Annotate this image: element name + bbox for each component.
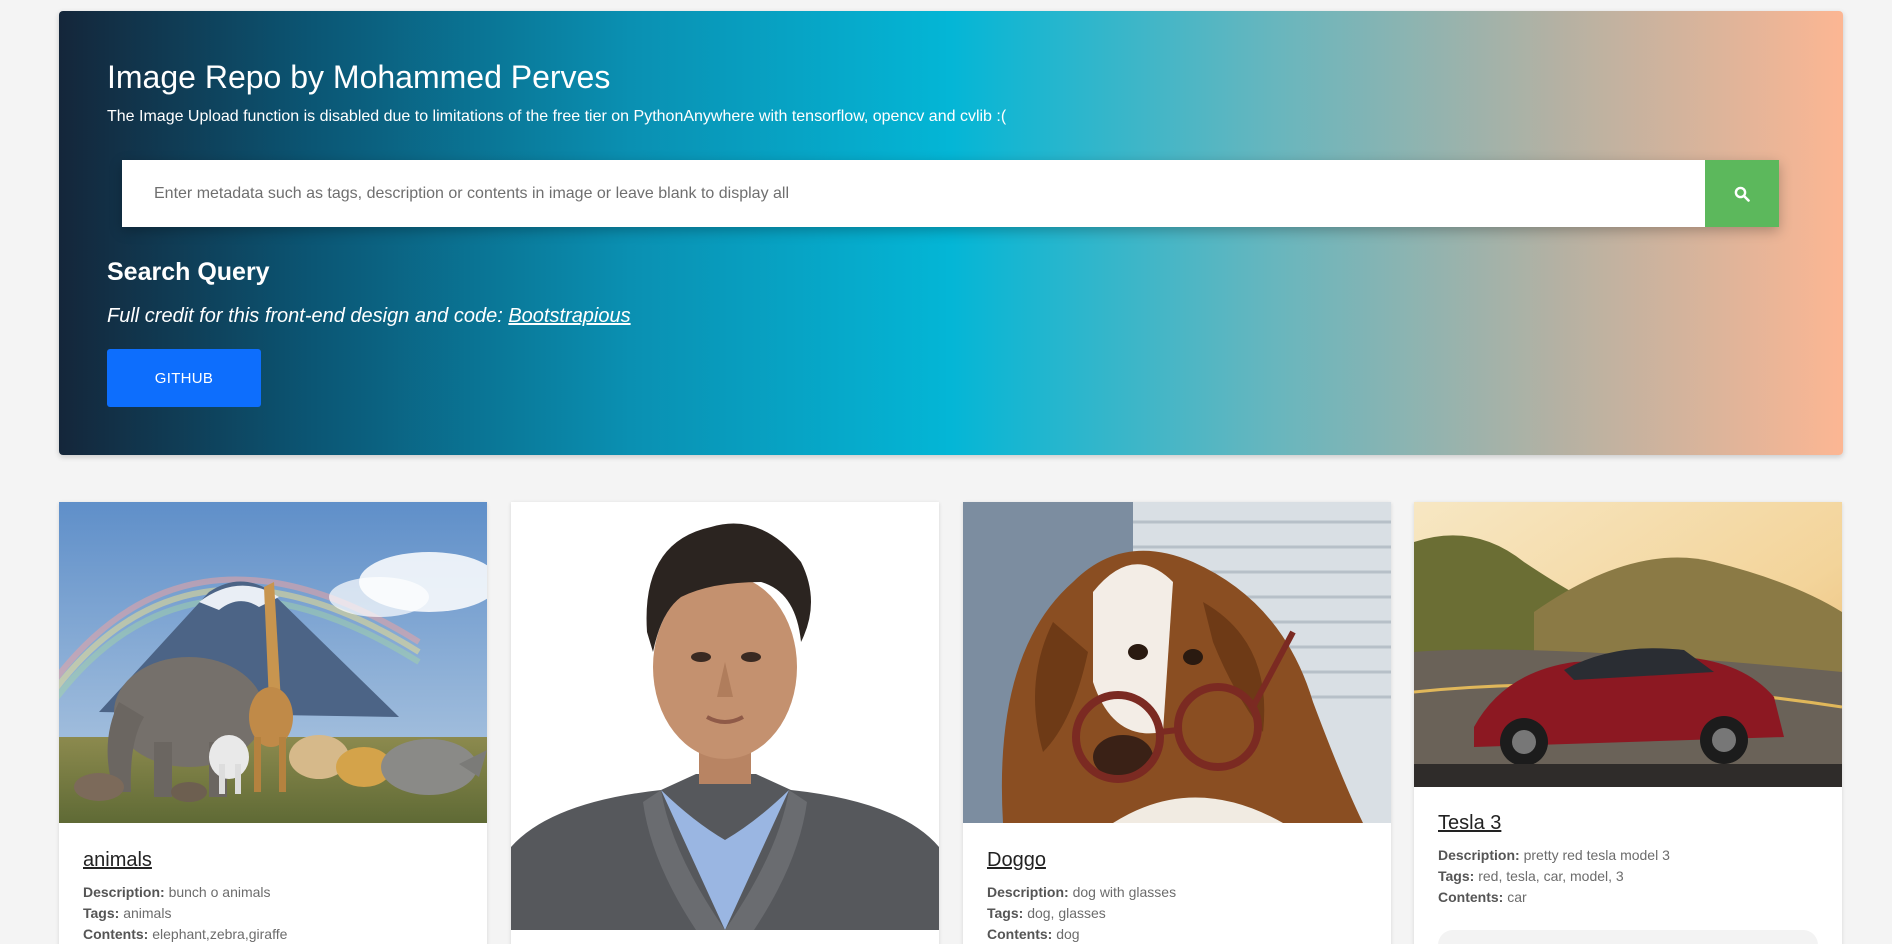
animals-photo[interactable] — [59, 502, 487, 823]
bootstrapious-link[interactable]: Bootstrapious — [508, 305, 630, 327]
contents-value: dog — [1056, 926, 1080, 942]
car-photo[interactable] — [1414, 502, 1842, 787]
image-card-portrait — [511, 502, 939, 944]
search-icon — [1734, 186, 1750, 202]
contents-label: Contents: — [83, 926, 149, 942]
page-title: Image Repo by Mohammed Perves — [107, 59, 611, 95]
image-card-tesla: Tesla 3 Description: pretty red tesla mo… — [1414, 502, 1842, 944]
card-contents: Contents: elephant,zebra,giraffe — [83, 924, 287, 944]
tags-label: Tags: — [83, 905, 120, 921]
description-label: Description: — [1438, 847, 1520, 863]
portrait-photo[interactable] — [511, 502, 939, 930]
description-value: bunch o animals — [168, 884, 271, 900]
tags-label: Tags: — [1438, 868, 1475, 884]
tags-label: Tags: — [987, 905, 1024, 921]
contents-label: Contents: — [987, 926, 1053, 942]
tags-value: animals — [123, 905, 172, 921]
credit-label: Full credit for this front-end design an… — [107, 305, 509, 327]
search-form — [122, 160, 1779, 227]
credit-text: Full credit for this front-end design an… — [107, 305, 631, 328]
card-tags: Tags: red, tesla, car, model, 3 — [1438, 866, 1670, 887]
card-contents: Contents: dog — [987, 924, 1176, 944]
tags-value: red, tesla, car, model, 3 — [1478, 868, 1624, 884]
tags-value: dog, glasses — [1027, 905, 1106, 921]
github-button[interactable]: GITHUB — [107, 349, 261, 407]
dog-photo[interactable] — [963, 502, 1391, 823]
card-title-animals[interactable]: animals — [83, 849, 287, 872]
card-tags: Tags: dog, glasses — [987, 903, 1176, 924]
card-tags: Tags: animals — [83, 903, 287, 924]
image-card-doggo: Doggo Description: dog with glasses Tags… — [963, 502, 1391, 944]
card-title-doggo[interactable]: Doggo — [987, 849, 1176, 872]
contents-value: elephant,zebra,giraffe — [152, 926, 288, 942]
hero-banner: Image Repo by Mohammed Perves The Image … — [59, 11, 1843, 455]
contents-label: Contents: — [1438, 889, 1504, 905]
description-label: Description: — [83, 884, 165, 900]
card-footer-pill — [1438, 930, 1818, 944]
card-title-tesla[interactable]: Tesla 3 — [1438, 812, 1670, 835]
search-input[interactable] — [122, 160, 1705, 227]
description-value: pretty red tesla model 3 — [1523, 847, 1670, 863]
search-query-heading: Search Query — [107, 258, 270, 286]
card-description: Description: pretty red tesla model 3 — [1438, 845, 1670, 866]
search-button[interactable] — [1705, 160, 1779, 227]
card-description: Description: bunch o animals — [83, 882, 287, 903]
description-label: Description: — [987, 884, 1069, 900]
card-description: Description: dog with glasses — [987, 882, 1176, 903]
contents-value: car — [1507, 889, 1527, 905]
description-value: dog with glasses — [1072, 884, 1177, 900]
image-card-animals: animals Description: bunch o animals Tag… — [59, 502, 487, 944]
upload-disabled-notice: The Image Upload function is disabled du… — [107, 108, 1007, 125]
card-contents: Contents: car — [1438, 887, 1670, 908]
